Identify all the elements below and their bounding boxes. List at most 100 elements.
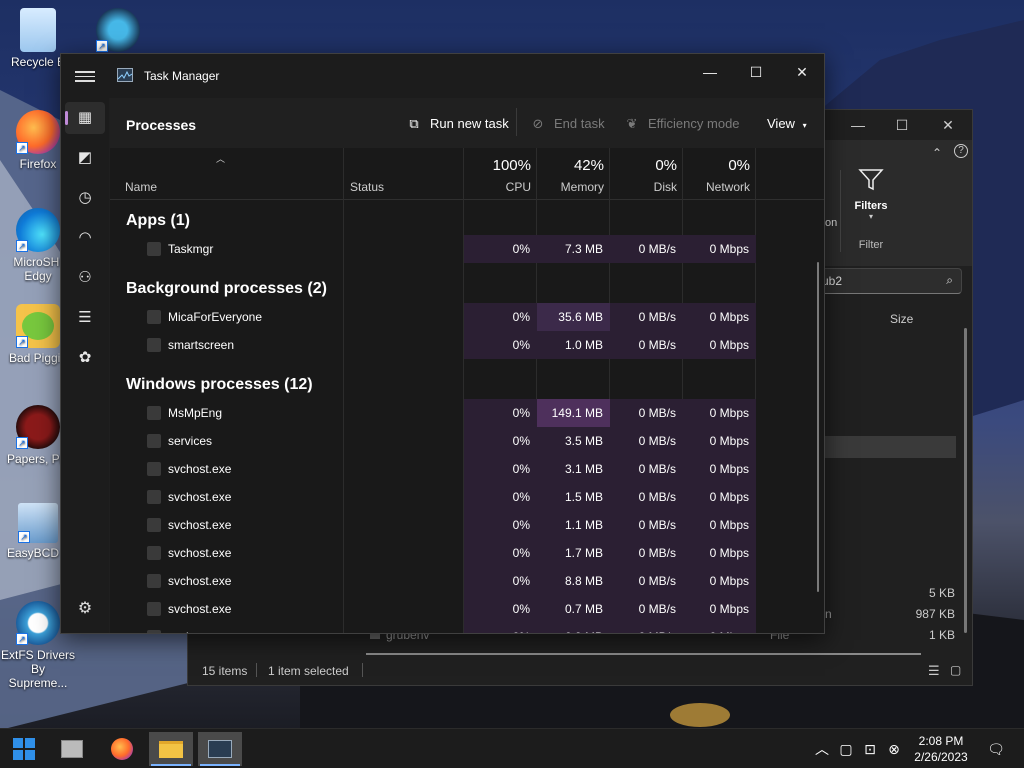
process-icon bbox=[147, 490, 161, 504]
process-icon bbox=[147, 338, 161, 352]
process-name: Taskmgr bbox=[168, 242, 214, 256]
taskbar-firefox[interactable] bbox=[100, 732, 144, 766]
tray-volume-icon[interactable]: ⊗ bbox=[884, 729, 904, 768]
taskbar-task-manager[interactable] bbox=[198, 732, 242, 766]
process-row[interactable]: svchost.exe 0% 1.1 MB 0 MB/s 0 Mbps bbox=[110, 511, 816, 539]
help-icon[interactable]: ? bbox=[954, 144, 968, 158]
process-cpu: 0% bbox=[464, 303, 537, 331]
tray-app-icon[interactable]: ▢ bbox=[836, 729, 856, 768]
process-group-header[interactable]: Background processes (2) bbox=[126, 280, 327, 298]
process-network: 0 Mbps bbox=[683, 623, 756, 633]
column-header-disk[interactable]: Disk bbox=[610, 180, 677, 194]
process-memory: 1.1 MB bbox=[537, 511, 610, 539]
process-row[interactable]: svchost.exe 0% 1.7 MB 0 MB/s 0 Mbps bbox=[110, 539, 816, 567]
explorer-vertical-scrollbar[interactable] bbox=[964, 328, 967, 633]
process-row[interactable]: svchost.exe 0% 0.7 MB 0 MB/s 0 Mbps bbox=[110, 595, 816, 623]
tiles-view-icon[interactable]: ▢ bbox=[950, 663, 961, 677]
chevron-up-icon[interactable]: ⌃ bbox=[932, 146, 942, 160]
process-disk: 0 MB/s bbox=[610, 539, 683, 567]
desktop-icon-label: MicroSHI Edgy bbox=[13, 255, 63, 283]
shortcut-arrow-icon: ↗ bbox=[96, 40, 108, 52]
nav-services[interactable]: ✿ bbox=[65, 342, 105, 374]
explorer-horizontal-scrollbar[interactable] bbox=[366, 653, 921, 655]
explorer-maximize-button[interactable]: ☐ bbox=[880, 114, 924, 136]
tray-network-icon[interactable]: ⊡ bbox=[860, 729, 880, 768]
processes-icon: ▦ bbox=[77, 109, 93, 126]
process-row[interactable]: svchost.exe 0%0.9 MB0 MB/s0 Mbps bbox=[110, 623, 816, 633]
clock-date: 2/26/2023 bbox=[914, 750, 968, 764]
minimize-button[interactable]: — bbox=[687, 58, 733, 86]
taskbar-clock[interactable]: 2:08 PM 2/26/2023 bbox=[906, 733, 976, 765]
explorer-search-input[interactable]: ub2 ⌕ bbox=[814, 268, 962, 294]
efficiency-mode-button[interactable]: ❦ Efficiency mode bbox=[624, 116, 740, 134]
memory-total-percent[interactable]: 42% bbox=[537, 157, 604, 174]
search-icon[interactable]: ⌕ bbox=[946, 273, 953, 288]
process-row[interactable]: MicaForEveryone 0% 35.6 MB 0 MB/s 0 Mbps bbox=[110, 303, 816, 331]
process-memory: 8.8 MB bbox=[537, 567, 610, 595]
selected-file-row[interactable] bbox=[824, 436, 956, 458]
command-bar: Processes ⧉ Run new task ⊘ End task ❦ Effic… bbox=[110, 98, 824, 148]
maximize-button[interactable]: ☐ bbox=[733, 58, 779, 86]
notification-center-button[interactable]: 🗨 bbox=[984, 729, 1008, 768]
process-icon bbox=[147, 518, 161, 532]
column-header-memory[interactable]: Memory bbox=[537, 180, 604, 194]
process-disk: 0 MB/s bbox=[610, 455, 683, 483]
view-dropdown[interactable]: View ▾ bbox=[767, 116, 807, 134]
task-manager-window[interactable]: Task Manager — ☐ ✕ ▦ ◩ ◷ ◠ ⚇ ☰ ✿ ⚙ Proce… bbox=[60, 53, 825, 634]
taskbar-file-explorer[interactable] bbox=[149, 732, 193, 766]
process-row[interactable]: svchost.exe 0% 8.8 MB 0 MB/s 0 Mbps bbox=[110, 567, 816, 595]
nav-app-history[interactable]: ◷ bbox=[65, 182, 105, 214]
end-task-button[interactable]: ⊘ End task bbox=[530, 116, 605, 134]
process-list-scrollbar[interactable] bbox=[817, 262, 819, 592]
process-row[interactable]: smartscreen 0% 1.0 MB 0 MB/s 0 Mbps bbox=[110, 331, 816, 359]
show-hidden-icons-button[interactable]: ︿ bbox=[812, 729, 832, 768]
explorer-close-button[interactable]: ✕ bbox=[926, 114, 970, 136]
cpu-total-percent[interactable]: 100% bbox=[464, 157, 531, 174]
task-view-button[interactable] bbox=[50, 732, 94, 766]
run-new-task-button[interactable]: ⧉ Run new task bbox=[406, 116, 508, 134]
process-row[interactable]: Taskmgr 0% 7.3 MB 0 MB/s 0 Mbps bbox=[110, 235, 816, 263]
command-separator bbox=[516, 108, 517, 136]
process-cpu: 0% bbox=[464, 511, 537, 539]
column-header-status[interactable]: Status bbox=[350, 180, 384, 194]
explorer-minimize-button[interactable]: — bbox=[836, 114, 880, 136]
process-row[interactable]: svchost.exe 0% 1.5 MB 0 MB/s 0 Mbps bbox=[110, 483, 816, 511]
process-group-header[interactable]: Windows processes (12) bbox=[126, 376, 313, 394]
nav-performance[interactable]: ◩ bbox=[65, 142, 105, 174]
nav-users[interactable]: ⚇ bbox=[65, 262, 105, 294]
settings-button[interactable]: ⚙ bbox=[65, 595, 105, 623]
process-name: svchost.exe bbox=[168, 574, 232, 588]
folder-icon bbox=[159, 741, 183, 758]
process-network: 0 Mbps bbox=[683, 303, 756, 331]
close-button[interactable]: ✕ bbox=[779, 58, 824, 86]
process-name: svchost.exe bbox=[168, 546, 232, 560]
process-cpu: 0% bbox=[464, 399, 537, 427]
process-row[interactable]: MsMpEng 0% 149.1 MB 0 MB/s 0 Mbps bbox=[110, 399, 816, 427]
details-view-icon[interactable]: ☰ bbox=[928, 663, 940, 679]
size-column-header[interactable]: Size bbox=[890, 312, 913, 326]
nav-details[interactable]: ☰ bbox=[65, 302, 105, 334]
start-button[interactable] bbox=[2, 732, 46, 766]
process-group-header[interactable]: Apps (1) bbox=[126, 212, 190, 230]
hamburger-menu-icon[interactable] bbox=[75, 68, 95, 84]
task-manager-titlebar[interactable]: Task Manager — ☐ ✕ bbox=[61, 54, 824, 98]
process-network: 0 Mbps bbox=[683, 455, 756, 483]
process-row[interactable]: svchost.exe 0% 3.1 MB 0 MB/s 0 Mbps bbox=[110, 455, 816, 483]
nav-startup-apps[interactable]: ◠ bbox=[65, 222, 105, 254]
filters-button[interactable]: Filters ▾ bbox=[846, 168, 896, 221]
block-icon: ⊘ bbox=[532, 116, 544, 131]
window-title: Task Manager bbox=[144, 69, 220, 83]
process-disk: 0 MB/s bbox=[610, 483, 683, 511]
process-network: 0 Mbps bbox=[683, 595, 756, 623]
network-total-percent[interactable]: 0% bbox=[683, 157, 750, 174]
leaf-icon: ❦ bbox=[626, 116, 638, 131]
process-disk: 0 MB/s bbox=[610, 399, 683, 427]
process-row[interactable]: services 0% 3.5 MB 0 MB/s 0 Mbps bbox=[110, 427, 816, 455]
disk-total-percent[interactable]: 0% bbox=[610, 157, 677, 174]
column-header-name[interactable]: Name bbox=[125, 180, 157, 194]
desktop-icon-easybcd-top[interactable]: ↗ bbox=[80, 8, 156, 55]
column-header-cpu[interactable]: CPU bbox=[464, 180, 531, 194]
process-cpu: 0% bbox=[464, 567, 537, 595]
column-header-network[interactable]: Network bbox=[683, 180, 750, 194]
nav-processes[interactable]: ▦ bbox=[65, 102, 105, 134]
